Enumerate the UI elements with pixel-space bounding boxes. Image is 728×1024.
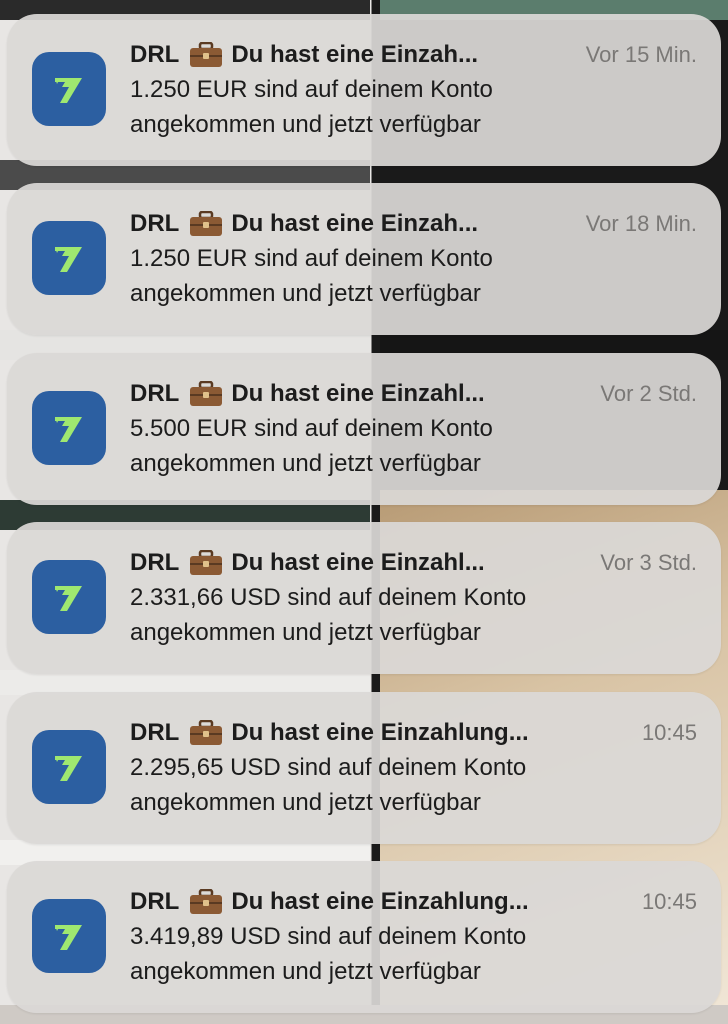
- wise-logo-icon: [32, 899, 106, 973]
- notification-title: DRL Du hast eine Einzahl...: [130, 549, 588, 577]
- notification-subject: Du hast eine Einzahlung...: [231, 888, 529, 915]
- notification-body-line: 3.419,89 USD sind auf deinem Konto: [130, 923, 527, 950]
- briefcase-icon: [190, 889, 223, 914]
- notification-title: DRL Du hast eine Einzahl...: [130, 380, 588, 408]
- app-name: DRL: [130, 719, 180, 746]
- notification-body: 3.419,89 USD sind auf deinem Konto angek…: [130, 919, 697, 989]
- notification-title: DRL Du hast eine Einzahlung...: [130, 719, 630, 747]
- notification-body-line: angekommen und jetzt verfügbar: [130, 111, 481, 138]
- app-name: DRL: [130, 888, 180, 915]
- notification-card[interactable]: DRL Du hast eine Einzahl... Vor 3 Std. 2…: [7, 522, 721, 674]
- wise-logo-icon: [32, 560, 106, 634]
- wise-logo-icon: [32, 391, 106, 465]
- notification-body-line: angekommen und jetzt verfügbar: [130, 789, 481, 816]
- notification-body: 2.331,66 USD sind auf deinem Konto angek…: [130, 580, 697, 650]
- notification-body-line: 1.250 EUR sind auf deinem Konto: [130, 245, 493, 272]
- notification-header: DRL Du hast eine Einzahl... Vor 2 Std.: [130, 377, 697, 411]
- notification-header: DRL Du hast eine Einzah... Vor 15 Min.: [130, 38, 697, 72]
- notification-title: DRL Du hast eine Einzah...: [130, 210, 574, 238]
- notification-card[interactable]: DRL Du hast eine Einzahlung... 10:45 2.2…: [7, 692, 721, 844]
- notification-body: 1.250 EUR sind auf deinem Konto angekomm…: [130, 241, 697, 311]
- notification-card[interactable]: DRL Du hast eine Einzah... Vor 18 Min. 1…: [7, 183, 721, 335]
- notification-body: 2.295,65 USD sind auf deinem Konto angek…: [130, 750, 697, 820]
- notification-subject: Du hast eine Einzahlung...: [231, 719, 529, 746]
- notification-subject: Du hast eine Einzahl...: [231, 380, 485, 407]
- notification-card[interactable]: DRL Du hast eine Einzahlung... 10:45 3.4…: [7, 861, 721, 1013]
- notification-body-line: 1.250 EUR sind auf deinem Konto: [130, 76, 493, 103]
- notification-subject: Du hast eine Einzah...: [231, 210, 479, 237]
- notification-card[interactable]: DRL Du hast eine Einzah... Vor 15 Min. 1…: [7, 14, 721, 166]
- wise-logo-icon: [32, 52, 106, 126]
- briefcase-icon: [190, 720, 223, 745]
- notification-stack: DRL Du hast eine Einzah... Vor 15 Min. 1…: [0, 0, 728, 1024]
- notification-body-line: angekommen und jetzt verfügbar: [130, 450, 481, 477]
- notification-title: DRL Du hast eine Einzah...: [130, 41, 574, 69]
- briefcase-icon: [190, 381, 223, 406]
- briefcase-icon: [190, 42, 223, 67]
- notification-body-line: 2.295,65 USD sind auf deinem Konto: [130, 754, 527, 781]
- notification-time: Vor 15 Min.: [585, 42, 697, 67]
- notification-body-line: angekommen und jetzt verfügbar: [130, 280, 481, 307]
- notification-title: DRL Du hast eine Einzahlung...: [130, 888, 630, 916]
- wise-logo-icon: [32, 730, 106, 804]
- notification-header: DRL Du hast eine Einzahl... Vor 3 Std.: [130, 546, 697, 580]
- app-name: DRL: [130, 380, 180, 407]
- notification-time: Vor 18 Min.: [585, 211, 697, 236]
- briefcase-icon: [190, 211, 223, 236]
- briefcase-icon: [190, 550, 223, 575]
- notification-time: 10:45: [641, 720, 697, 745]
- notification-body-line: angekommen und jetzt verfügbar: [130, 958, 481, 985]
- app-name: DRL: [130, 549, 180, 576]
- notification-time: 10:45: [641, 889, 697, 914]
- notification-header: DRL Du hast eine Einzah... Vor 18 Min.: [130, 207, 697, 241]
- notification-body-line: angekommen und jetzt verfügbar: [130, 619, 481, 646]
- notification-subject: Du hast eine Einzahl...: [231, 549, 485, 576]
- notification-time: Vor 3 Std.: [600, 550, 697, 575]
- notification-subject: Du hast eine Einzah...: [231, 41, 479, 68]
- notification-header: DRL Du hast eine Einzahlung... 10:45: [130, 716, 697, 750]
- notification-body: 5.500 EUR sind auf deinem Konto angekomm…: [130, 411, 697, 481]
- notification-header: DRL Du hast eine Einzahlung... 10:45: [130, 885, 697, 919]
- app-name: DRL: [130, 210, 180, 237]
- notification-body: 1.250 EUR sind auf deinem Konto angekomm…: [130, 72, 697, 142]
- wise-logo-icon: [32, 221, 106, 295]
- notification-body-line: 2.331,66 USD sind auf deinem Konto: [130, 584, 527, 611]
- app-name: DRL: [130, 41, 180, 68]
- notification-time: Vor 2 Std.: [600, 381, 697, 406]
- notification-card[interactable]: DRL Du hast eine Einzahl... Vor 2 Std. 5…: [7, 353, 721, 505]
- notification-body-line: 5.500 EUR sind auf deinem Konto: [130, 415, 493, 442]
